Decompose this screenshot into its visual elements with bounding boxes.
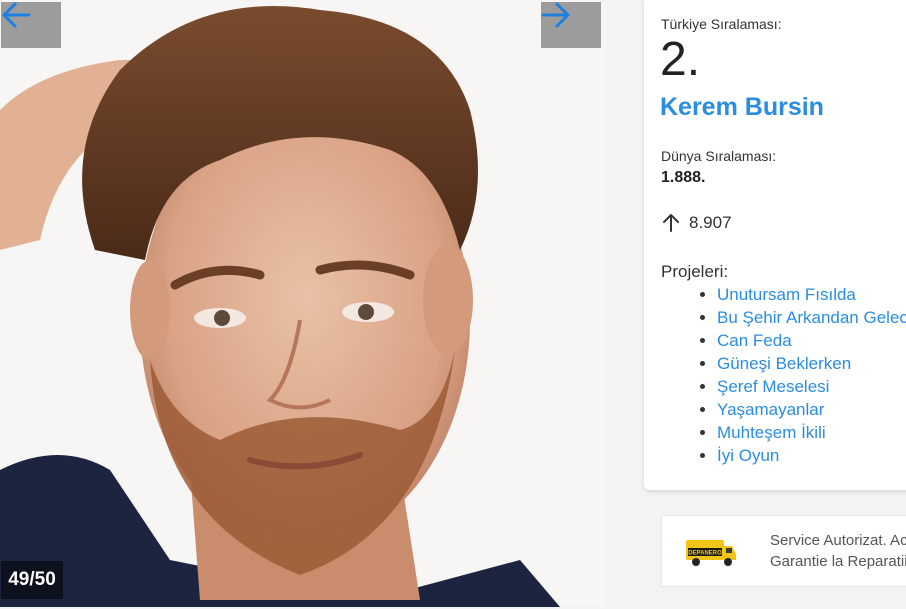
project-link[interactable]: Can Feda	[717, 329, 906, 352]
actor-name-link[interactable]: Kerem Bursin	[660, 93, 824, 122]
turkey-rank-value: 2.	[660, 33, 701, 86]
project-link[interactable]: Bu Şehir Arkandan Gelec	[717, 306, 906, 329]
project-link[interactable]: Güneşi Beklerken	[717, 352, 906, 375]
project-link[interactable]: Yaşamayanlar	[717, 398, 906, 421]
turkey-rank-label: Türkiye Sıralaması:	[661, 16, 782, 32]
world-rank-value: 1.888.	[661, 169, 706, 186]
ad-logo-text: DEPANERO	[688, 551, 722, 557]
ad-line-1: Service Autorizat. Ac	[770, 532, 906, 549]
photo-counter: 49/50	[1, 561, 63, 599]
arrow-up-icon	[663, 214, 679, 232]
project-link[interactable]: İyi Oyun	[717, 444, 906, 467]
trend-value: 8.907	[689, 213, 732, 232]
ad-text: Service Autorizat. Ac Garantie la Repara…	[770, 530, 906, 572]
ad-line-2: Garantie la Reparatii	[770, 553, 906, 570]
depanero-van-logo: DEPANERO	[686, 540, 736, 566]
photo-viewer: 49/50	[0, 0, 606, 607]
arrow-right-icon	[541, 2, 570, 28]
arrow-left-icon	[2, 2, 31, 28]
ad-banner[interactable]: DEPANERO Service Autorizat. Ac Garantie …	[661, 515, 906, 587]
project-link[interactable]: Unutursam Fısılda	[717, 283, 906, 306]
prev-photo-button[interactable]	[1, 2, 61, 48]
world-rank-label: Dünya Sıralaması:	[661, 148, 777, 164]
actor-photo	[0, 0, 606, 607]
rank-trend: 8.907	[661, 213, 732, 233]
project-link[interactable]: Muhteşem İkili	[717, 421, 906, 444]
project-link[interactable]: Şeref Meselesi	[717, 375, 906, 398]
projects-list: Unutursam Fısılda Bu Şehir Arkandan Gele…	[699, 283, 906, 467]
projects-label: Projeleri:	[661, 262, 729, 281]
actor-info-card: Türkiye Sıralaması: 2. Kerem Bursin Düny…	[644, 0, 906, 490]
next-photo-button[interactable]	[541, 2, 601, 48]
